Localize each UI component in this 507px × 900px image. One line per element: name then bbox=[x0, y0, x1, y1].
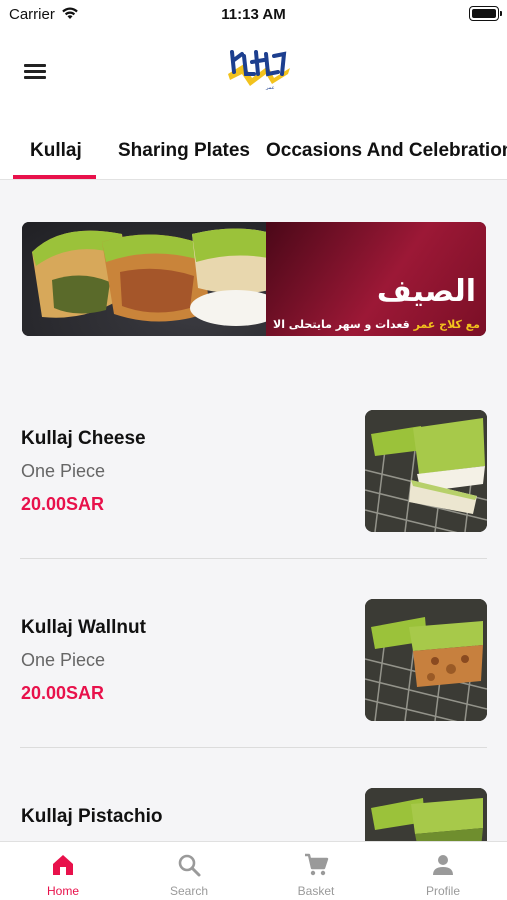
person-icon bbox=[433, 855, 453, 875]
product-description: One Piece bbox=[21, 650, 106, 670]
product-price: 20.00SAR bbox=[21, 494, 105, 514]
banner-subtitle: مع كلاج عمر قعدات و سهر مايتحلى الا bbox=[273, 318, 480, 331]
battery-icon bbox=[469, 6, 502, 21]
menu-icon bbox=[24, 64, 46, 67]
banner-subtitle-text: قعدات و سهر مايتحلى الا bbox=[273, 318, 410, 331]
search-icon bbox=[178, 854, 201, 877]
active-tab-indicator bbox=[13, 175, 96, 179]
promo-banner[interactable]: الصيف مع كلاج عمر قعدات و سهر مايتحلى ال… bbox=[22, 222, 486, 336]
status-bar: Carrier 11:13 AM bbox=[0, 0, 507, 30]
brand-logo: عمر bbox=[228, 50, 290, 91]
list-divider bbox=[20, 558, 487, 559]
tab-sharing-plates[interactable]: Sharing Plates bbox=[118, 140, 250, 162]
product-item-kullaj-cheese[interactable]: Kullaj Cheese One Piece 20.00SAR bbox=[0, 400, 507, 550]
nav-profile[interactable]: Profile bbox=[380, 842, 506, 900]
nav-basket-label: Basket bbox=[297, 884, 335, 898]
product-name: Kullaj Pistachio bbox=[21, 806, 163, 827]
category-tabs: Kullaj Sharing Plates Occasions And Cele… bbox=[0, 116, 507, 180]
product-item-kullaj-pistachio[interactable]: Kullaj Pistachio bbox=[0, 778, 507, 841]
nav-basket[interactable]: Basket bbox=[253, 842, 379, 900]
cart-icon bbox=[305, 853, 329, 876]
product-price: 20.00SAR bbox=[21, 683, 105, 703]
product-name: Kullaj Cheese bbox=[21, 428, 146, 449]
app-header: عمر bbox=[0, 30, 507, 116]
product-image bbox=[365, 410, 487, 532]
product-image bbox=[365, 599, 487, 721]
product-image bbox=[365, 788, 487, 841]
product-item-kullaj-wallnut[interactable]: Kullaj Wallnut One Piece 20.00SAR bbox=[0, 589, 507, 739]
bottom-navigation: Home Search Basket Profile bbox=[0, 841, 507, 900]
nav-home[interactable]: Home bbox=[0, 842, 126, 900]
list-divider bbox=[20, 747, 487, 748]
product-name: Kullaj Wallnut bbox=[21, 617, 146, 638]
nav-search-label: Search bbox=[169, 884, 209, 898]
nav-profile-label: Profile bbox=[425, 884, 460, 898]
status-time: 11:13 AM bbox=[221, 6, 286, 23]
nav-search[interactable]: Search bbox=[126, 842, 252, 900]
home-icon bbox=[53, 855, 73, 875]
tab-occasions-and-celebrations[interactable]: Occasions And Celebrations bbox=[266, 140, 507, 162]
menu-button[interactable] bbox=[20, 58, 50, 84]
banner-title: الصيف bbox=[376, 274, 476, 309]
svg-text:عمر: عمر bbox=[265, 85, 275, 91]
tab-kullaj[interactable]: Kullaj bbox=[30, 140, 82, 162]
product-description: One Piece bbox=[21, 461, 106, 481]
banner-subtitle-highlight: مع كلاج عمر bbox=[413, 318, 480, 331]
nav-home-label: Home bbox=[46, 884, 79, 898]
